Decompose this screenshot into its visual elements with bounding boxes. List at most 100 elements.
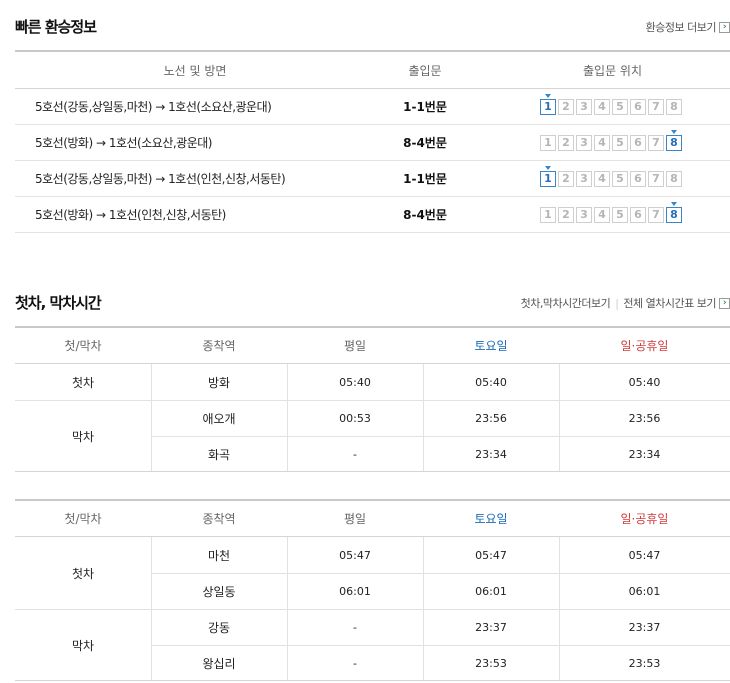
times-body: 마천 05:47 05:47 05:47 상일동 06:01 06:01 06:01 강동 - 23… <box>15 537 730 681</box>
cell-holiday: 06:01 <box>628 584 661 598</box>
cell-station: 상일동 <box>202 584 236 599</box>
door-box: 4 <box>594 98 610 115</box>
transfer-gate: 1-1번문 <box>403 172 447 186</box>
door-position-indicator: 12345678 <box>540 125 685 160</box>
transfer-gate: 8-4번문 <box>403 208 447 222</box>
cell-holiday: 05:47 <box>628 548 661 562</box>
header-gate: 출입문 <box>408 63 442 78</box>
door-box-active: 1 <box>540 93 556 115</box>
door-box: 2 <box>558 134 574 151</box>
cell-holiday: 23:34 <box>628 447 661 461</box>
transfer-section-title: 빠른 환승정보 <box>15 18 97 36</box>
cell-weekday: - <box>353 447 357 461</box>
door-box: 3 <box>576 206 592 223</box>
door-box: 4 <box>594 134 610 151</box>
header-type: 첫/막차 <box>64 512 102 526</box>
cell-weekday: - <box>353 620 357 634</box>
door-box: 7 <box>648 98 664 115</box>
times-table-2: 첫/막차 종착역 평일 토요일 일·공휴일 마천 05:47 05:47 05:47 상일동 06:… <box>15 499 730 681</box>
door-position-indicator: 12345678 <box>540 197 685 232</box>
header-weekday: 평일 <box>343 339 367 353</box>
door-box: 8 <box>666 98 682 115</box>
times-section-title: 첫차, 막차시간 <box>15 294 102 312</box>
door-box: 1 <box>540 134 556 151</box>
transfer-route: 5호선(강동,상일동,마천) → 1호선(소요산,광운대) <box>35 100 272 114</box>
cell-weekday: 05:47 <box>339 548 371 562</box>
door-box: 7 <box>648 206 664 223</box>
header-saturday: 토요일 <box>474 512 508 526</box>
cell-saturday: 23:34 <box>475 447 507 461</box>
door-box-active: 8 <box>666 201 682 223</box>
first-train-label: 첫차 <box>71 566 95 581</box>
last-train-label: 막차 <box>71 638 95 653</box>
door-box-active: 8 <box>666 129 682 151</box>
door-box: 2 <box>558 170 574 187</box>
cell-station: 화곡 <box>207 447 231 462</box>
door-box: 1 <box>540 206 556 223</box>
cell-saturday: 05:40 <box>475 375 507 389</box>
cell-weekday: 06:01 <box>339 584 371 598</box>
cell-holiday: 05:40 <box>628 375 661 389</box>
cell-saturday: 05:47 <box>475 548 507 562</box>
full-timetable-link[interactable]: 전체 열차시간표 보기 <box>623 295 716 311</box>
transfer-gate: 8-4번문 <box>403 136 447 150</box>
transfer-route: 5호선(방화) → 1호선(인천,신창,서동탄) <box>35 208 226 222</box>
door-box: 5 <box>612 206 628 223</box>
door-box: 2 <box>558 206 574 223</box>
cell-saturday: 23:53 <box>475 656 507 670</box>
door-box: 8 <box>666 170 682 187</box>
first-train-label: 첫차 <box>71 375 95 390</box>
transfer-row: 5호선(방화) → 1호선(인천,신창,서동탄) 8-4번문 1 2 3 4 5 6 7 8 <box>15 197 730 233</box>
times-header-row: 첫/막차 종착역 평일 토요일 일·공휴일 <box>15 328 730 364</box>
door-box: 5 <box>612 134 628 151</box>
times-body: 방화 05:40 05:40 05:40 애오개 00:53 23:56 23:56 화곡 - 23… <box>15 364 730 472</box>
door-box: 5 <box>612 170 628 187</box>
transfer-table-header: 노선 및 방면 출입문 출입문 위치 <box>15 52 730 89</box>
header-station: 종착역 <box>202 339 236 353</box>
transfer-table: 노선 및 방면 출입문 출입문 위치 5호선(강동,상일동,마천) → 1호선(… <box>15 50 730 233</box>
times-header-row: 첫/막차 종착역 평일 토요일 일·공휴일 <box>15 501 730 537</box>
header-station: 종착역 <box>202 512 236 526</box>
cell-holiday: 23:37 <box>628 620 661 634</box>
cell-holiday: 23:56 <box>628 411 661 425</box>
header-holiday: 일·공휴일 <box>620 512 669 526</box>
cell-saturday: 23:56 <box>475 411 507 425</box>
door-box: 7 <box>648 170 664 187</box>
cell-station: 애오개 <box>202 411 236 426</box>
door-box: 3 <box>576 134 592 151</box>
door-position-indicator: 12345678 <box>540 89 685 124</box>
transfer-section-header: 빠른 환승정보 환승정보 더보기 › <box>15 16 730 40</box>
door-box: 4 <box>594 170 610 187</box>
header-route: 노선 및 방면 <box>163 63 227 78</box>
chevron-right-icon: › <box>719 21 730 33</box>
header-door-position: 출입문 위치 <box>582 63 642 78</box>
cell-holiday: 23:53 <box>628 656 661 670</box>
times-table-1: 첫/막차 종착역 평일 토요일 일·공휴일 방화 05:40 05:40 05:40 애오개 00:… <box>15 326 730 472</box>
times-more-link[interactable]: 첫차,막차시간더보기 <box>521 295 611 311</box>
door-box: 6 <box>630 170 646 187</box>
transfer-route: 5호선(방화) → 1호선(소요산,광운대) <box>35 136 212 150</box>
door-box: 4 <box>594 206 610 223</box>
cell-saturday: 06:01 <box>475 584 507 598</box>
header-saturday: 토요일 <box>474 339 508 353</box>
cell-station: 마천 <box>207 548 231 563</box>
header-type: 첫/막차 <box>64 339 102 353</box>
door-box: 3 <box>576 170 592 187</box>
link-divider: | <box>615 296 619 310</box>
transfer-gate: 1-1번문 <box>403 100 447 114</box>
times-section-header: 첫차, 막차시간 첫차,막차시간더보기 | 전체 열차시간표 보기 › <box>15 292 730 316</box>
transfer-more-link[interactable]: 환승정보 더보기 › <box>646 19 730 35</box>
last-train-label: 막차 <box>71 429 95 444</box>
transfer-row: 5호선(방화) → 1호선(소요산,광운대) 8-4번문 1 2 3 4 5 6 7 8 <box>15 125 730 161</box>
door-box: 2 <box>558 98 574 115</box>
transfer-route: 5호선(강동,상일동,마천) → 1호선(인천,신창,서동탄) <box>35 172 286 186</box>
door-box: 5 <box>612 98 628 115</box>
cell-station: 방화 <box>207 375 231 390</box>
transfer-more-label: 환승정보 더보기 <box>645 21 717 34</box>
cell-saturday: 23:37 <box>475 620 507 634</box>
cell-weekday: 05:40 <box>339 375 371 389</box>
door-box: 6 <box>630 206 646 223</box>
cell-station: 왕십리 <box>202 656 236 671</box>
door-box: 3 <box>576 98 592 115</box>
chevron-right-icon: › <box>719 297 730 309</box>
